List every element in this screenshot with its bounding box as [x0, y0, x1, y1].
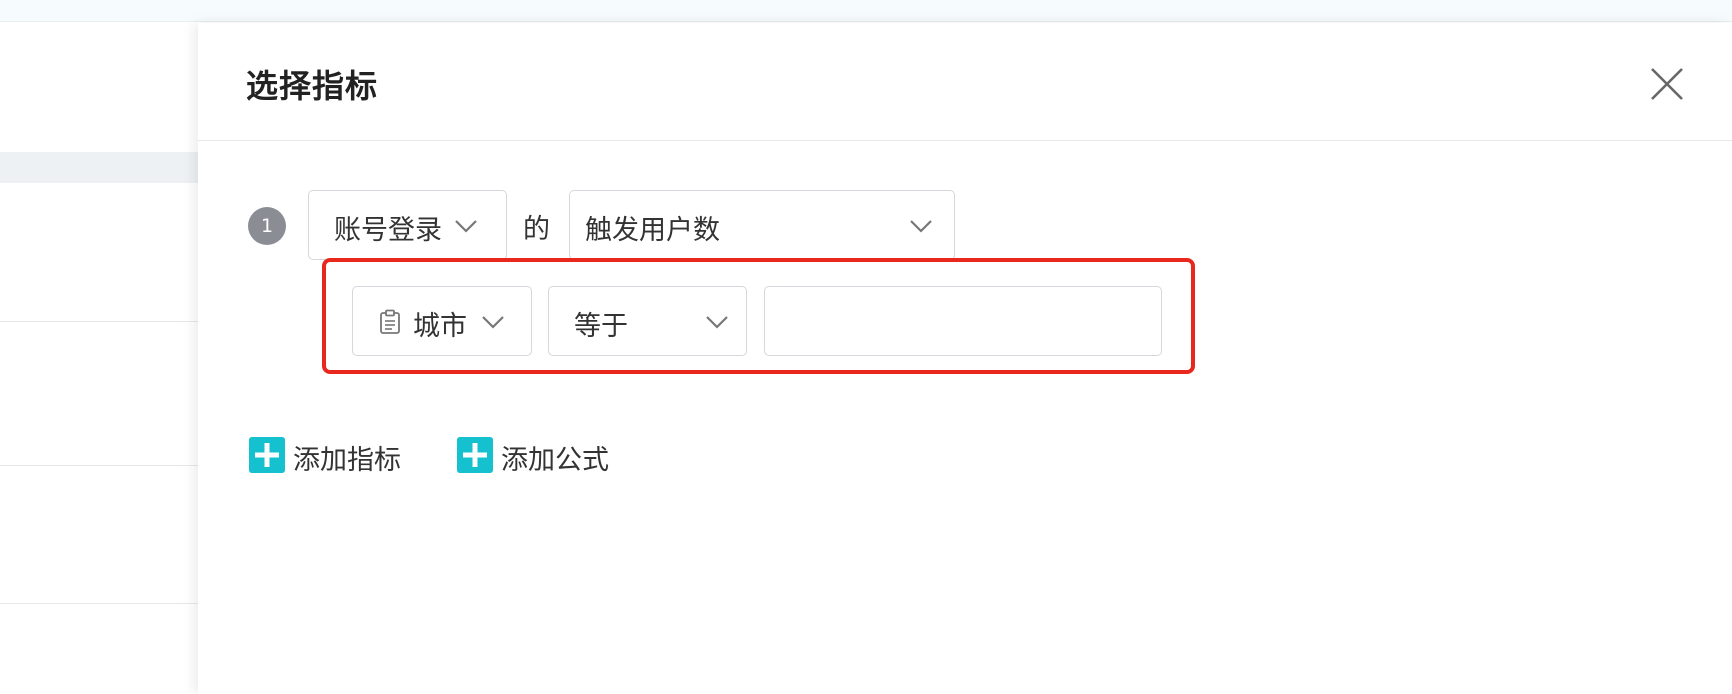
background-divider [0, 603, 200, 604]
drawer-title: 选择指标 [246, 67, 379, 105]
plus-icon [249, 437, 285, 473]
property-select-value: 城市 [413, 311, 467, 342]
plus-icon [457, 437, 493, 473]
background-divider [0, 321, 200, 322]
close-button[interactable] [1646, 63, 1688, 105]
event-select-value: 账号登录 [334, 215, 442, 246]
operator-select[interactable]: 等于 [548, 286, 747, 356]
measure-select[interactable]: 触发用户数 [569, 190, 955, 260]
chevron-down-icon [706, 316, 728, 329]
chevron-down-icon [910, 220, 932, 233]
measure-select-value: 触发用户数 [585, 215, 720, 246]
metric-index-badge: 1 [248, 207, 286, 245]
page: 选择指标 1 账号登录 的 触发用户数 城市 等于 添加指标 添加公式 [0, 0, 1732, 694]
add-metric-button[interactable]: 添加指标 [249, 437, 419, 476]
property-select[interactable]: 城市 [352, 286, 532, 356]
select-metric-drawer: 选择指标 1 账号登录 的 触发用户数 城市 等于 添加指标 添加公式 [198, 23, 1732, 694]
drawer-header: 选择指标 [198, 23, 1732, 141]
connector-label: 的 [523, 214, 550, 245]
add-formula-button[interactable]: 添加公式 [457, 437, 627, 476]
close-icon [1651, 68, 1683, 100]
operator-select-value: 等于 [574, 311, 628, 342]
chevron-down-icon [455, 220, 477, 233]
chevron-down-icon [482, 316, 504, 329]
add-metric-label: 添加指标 [293, 445, 401, 476]
clipboard-icon [380, 309, 400, 334]
background-divider [0, 465, 200, 466]
background-selected-row [0, 152, 200, 183]
filter-value-input[interactable] [764, 286, 1162, 356]
background-top-bar [0, 0, 1732, 22]
event-select[interactable]: 账号登录 [308, 190, 507, 260]
add-formula-label: 添加公式 [501, 445, 609, 476]
